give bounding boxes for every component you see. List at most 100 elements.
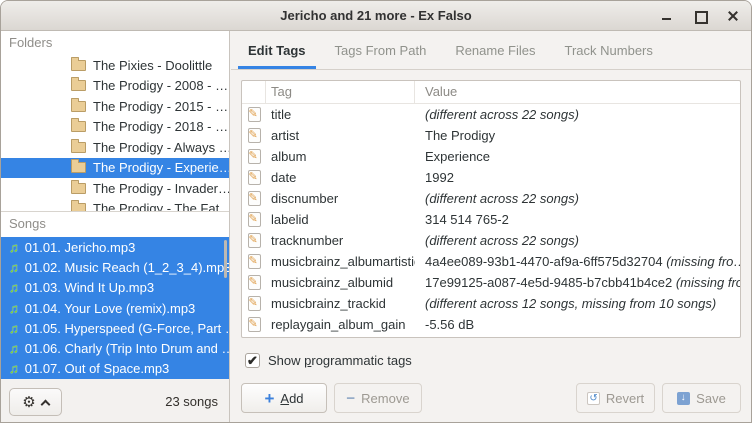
plus-icon [264,390,274,407]
tab-track-numbers[interactable]: Track Numbers [555,31,663,69]
tab-edit-tags[interactable]: Edit Tags [238,31,316,69]
edit-column-header [242,81,266,103]
folders-list[interactable]: The Pixies - Doolittle The Prodigy - 2008… [1,55,229,211]
song-item-label: 01.02. Music Reach (1_2_3_4).mp3 [25,260,229,275]
song-item-label: 01.07. Out of Space.mp3 [25,361,170,376]
tag-value: (different across 22 songs) [415,191,740,206]
folder-icon [71,162,86,173]
song-item[interactable]: 01.02. Music Reach (1_2_3_4).mp3 [1,257,229,277]
revert-button[interactable]: Revert [576,383,655,413]
edit-cell [242,233,266,248]
show-programmatic-tags-row[interactable]: Show programmatic tags [245,353,412,368]
edit-cell [242,107,266,122]
save-button[interactable]: Save [662,383,741,413]
tag-table: Tag Value title(different across 22 song… [241,80,741,338]
table-row[interactable]: albumExperience [242,146,740,167]
close-icon[interactable] [727,10,739,22]
minus-icon [346,391,355,406]
folder-item[interactable]: The Prodigy - Invader… [1,178,229,199]
song-item[interactable]: 01.07. Out of Space.mp3 [1,359,229,379]
revert-icon [587,392,600,405]
tag-name: discnumber [266,191,415,206]
folder-item[interactable]: The Prodigy - 2018 - … [1,117,229,138]
folder-item-label: The Prodigy - 2008 - … [93,78,228,93]
song-item-label: 01.03. Wind It Up.mp3 [25,280,154,295]
tab-tags-from-path[interactable]: Tags From Path [325,31,437,69]
music-note-icon [9,240,19,255]
pencil-icon [248,296,261,311]
tag-value: The Prodigy [415,128,740,143]
table-row[interactable]: title(different across 22 songs) [242,104,740,125]
tag-name: replaygain_album_gain [266,317,415,332]
tag-table-header: Tag Value [242,81,740,104]
folder-item[interactable]: The Prodigy - Experie… [1,158,229,179]
tag-value: Experience [415,149,740,164]
save-button-label: Save [696,391,726,406]
remove-button[interactable]: Remove [334,383,422,413]
songs-list[interactable]: 01.01. Jericho.mp3 01.02. Music Reach (1_… [1,237,229,380]
song-item[interactable]: 01.04. Your Love (remix).mp3 [1,298,229,318]
table-row[interactable]: musicbrainz_albumartistid4a4ee089-93b1-4… [242,251,740,272]
pencil-icon [248,233,261,248]
edit-cell [242,254,266,269]
tag-name: labelid [266,212,415,227]
tag-value: 4a4ee089-93b1-4470-af9a-6ff575d32704 (mi… [415,254,740,269]
tag-name: date [266,170,415,185]
table-row[interactable]: tracknumber(different across 22 songs) [242,230,740,251]
table-row[interactable]: discnumber(different across 22 songs) [242,188,740,209]
pencil-icon [248,254,261,269]
pencil-icon [248,317,261,332]
music-note-icon [9,361,19,376]
song-item-label: 01.05. Hyperspeed (G-Force, Part … [25,321,229,336]
music-note-icon [9,280,19,295]
folder-item-label: The Prodigy - Always … [93,140,229,155]
folder-icon [71,80,86,91]
folder-item-label: The Prodigy - 2018 - … [93,119,228,134]
folder-icon [71,142,86,153]
table-row[interactable] [242,335,740,338]
table-row[interactable]: labelid314 514 765-2 [242,209,740,230]
edit-cell [242,149,266,164]
tab-bar: Edit TagsTags From PathRename Files Track… [231,31,751,70]
minimize-icon[interactable] [661,10,673,22]
chevron-up-icon [40,399,50,409]
folder-item-label: The Prodigy - Experie… [93,160,229,175]
song-item[interactable]: 01.03. Wind It Up.mp3 [1,278,229,298]
save-icon [677,392,690,405]
preferences-menu-button[interactable] [9,388,62,416]
tag-value: 1992 [415,170,740,185]
table-row[interactable]: replaygain_album_gain-5.56 dB [242,314,740,335]
tag-value: -5.56 dB [415,317,740,332]
song-item[interactable]: 01.01. Jericho.mp3 [1,237,229,257]
folder-item[interactable]: The Prodigy - 2015 - … [1,96,229,117]
value-column-header: Value [415,81,740,103]
song-item-label: 01.06. Charly (Trip Into Drum and … [25,341,229,356]
edit-cell [242,128,266,143]
pencil-icon [248,191,261,206]
song-item[interactable]: 01.06. Charly (Trip Into Drum and … [1,338,229,358]
folder-item[interactable]: The Prodigy - 2008 - … [1,76,229,97]
add-button[interactable]: Add [241,383,327,413]
tag-value: (different across 22 songs) [415,233,740,248]
maximize-icon[interactable] [694,10,706,22]
folder-item[interactable]: The Pixies - Doolittle [1,55,229,76]
songs-header: Songs [1,212,229,236]
songs-scrollbar[interactable] [224,240,227,278]
pencil-icon [248,275,261,290]
table-row[interactable]: musicbrainz_trackid(different across 12 … [242,293,740,314]
tag-value: 17e99125-a087-4e5d-9485-b7cbb41b4ce2 (mi… [415,275,740,290]
song-item-label: 01.01. Jericho.mp3 [25,240,136,255]
right-panel: Edit TagsTags From PathRename Files Track… [231,31,751,422]
pencil-icon [248,128,261,143]
song-item[interactable]: 01.05. Hyperspeed (G-Force, Part … [1,318,229,338]
folder-item[interactable]: The Prodigy - The Fat… [1,199,229,212]
table-row[interactable]: artistThe Prodigy [242,125,740,146]
music-note-icon [9,260,19,275]
folder-item[interactable]: The Prodigy - Always … [1,137,229,158]
folder-item-label: The Pixies - Doolittle [93,58,212,73]
tab-rename-files[interactable]: Rename Files [445,31,545,69]
table-row[interactable]: date1992 [242,167,740,188]
table-row[interactable]: musicbrainz_albumid17e99125-a087-4e5d-94… [242,272,740,293]
show-programmatic-tags-checkbox[interactable] [245,353,260,368]
music-note-icon [9,321,19,336]
